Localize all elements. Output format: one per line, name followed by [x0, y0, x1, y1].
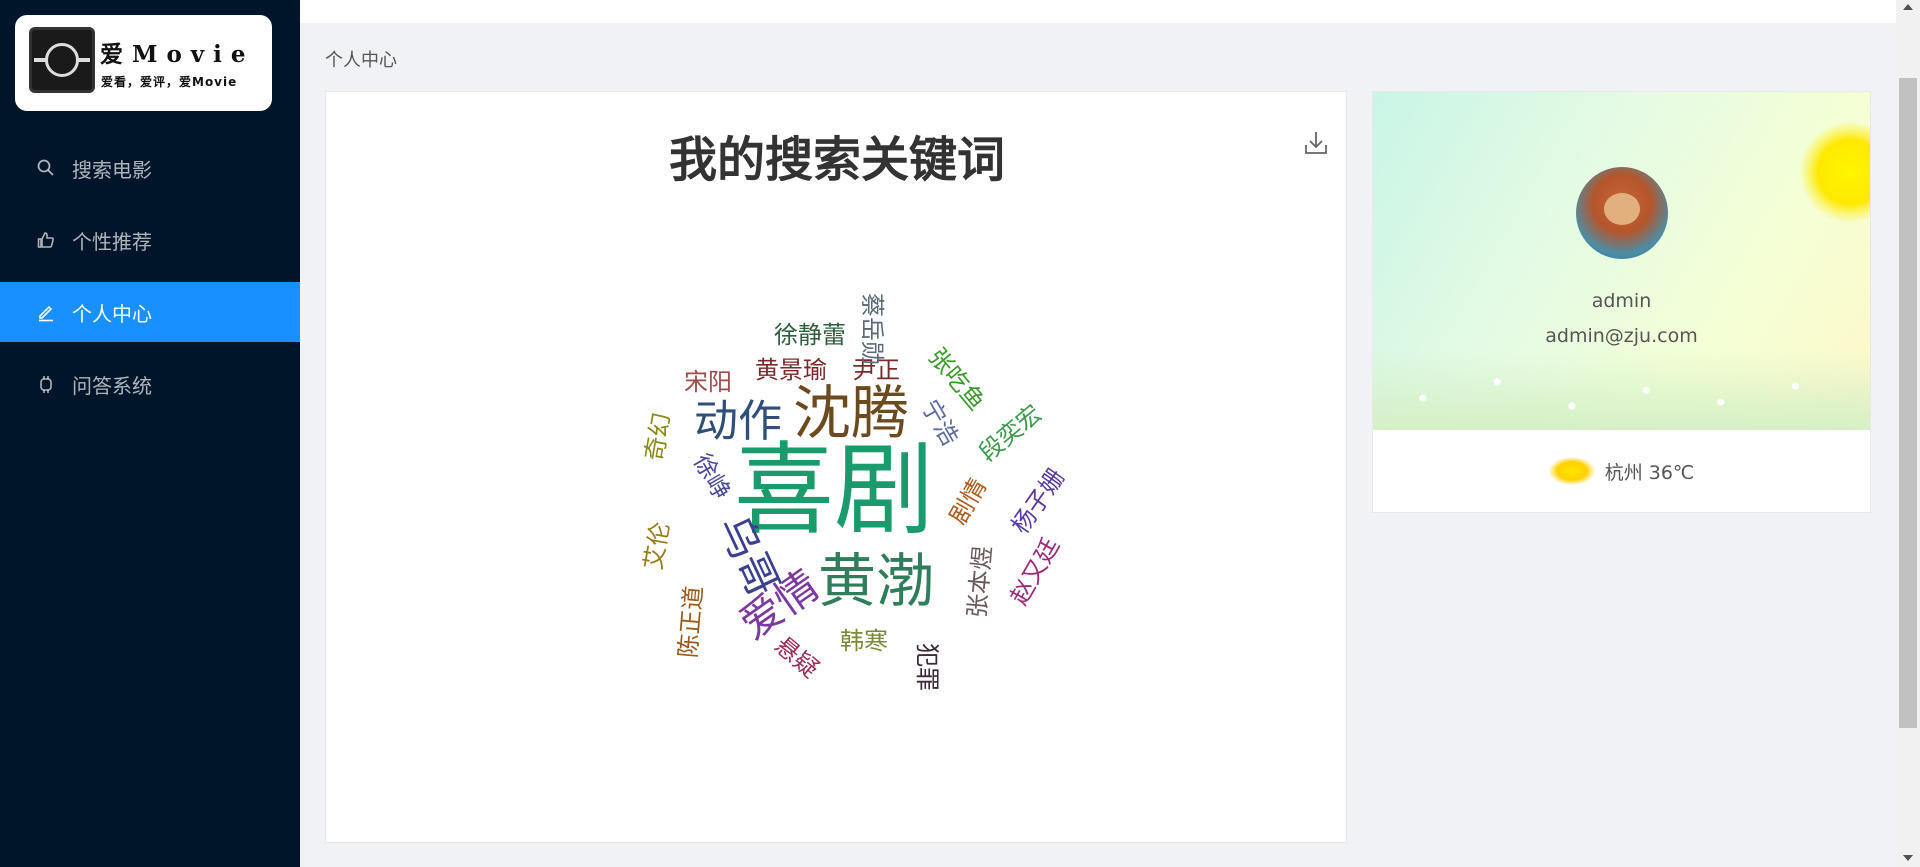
wordcloud-word: 奇幻 [640, 411, 676, 463]
profile-banner: admin admin@zju.com [1373, 92, 1870, 430]
sidebar: 爱Movie 爱看，爱评，爱Movie 搜索电影 个性推荐 个人中心 问答系统 [0, 0, 300, 867]
sidebar-item-label: 问答系统 [72, 373, 152, 398]
wordcloud-word: 赵又廷 [1005, 533, 1065, 609]
breadcrumb: 个人中心 [325, 50, 397, 71]
wordcloud-word: 徐峥 [688, 449, 736, 505]
scroll-up-arrow-icon[interactable] [1903, 4, 1913, 10]
scrollbar-thumb[interactable] [1899, 78, 1917, 728]
sidebar-item-label: 个性推荐 [72, 229, 152, 254]
page-scrollbar[interactable] [1896, 0, 1920, 867]
wordcloud-word: 陈正道 [674, 585, 708, 659]
sidebar-menu: 搜索电影 个性推荐 个人中心 问答系统 [0, 138, 300, 426]
search-icon [36, 158, 56, 178]
scroll-down-arrow-icon[interactable] [1903, 855, 1913, 861]
sidebar-item-qa-system[interactable]: 问答系统 [0, 354, 300, 414]
wordcloud-word: 黄渤 [818, 547, 934, 615]
sun-icon [1548, 457, 1595, 485]
flower-decoration [1373, 350, 1870, 430]
wordcloud-word: 艾伦 [639, 520, 675, 572]
weather-widget: 杭州 36℃ [1373, 457, 1870, 485]
logo-title: 爱Movie [100, 41, 255, 68]
wordcloud-word: 剧情 [944, 474, 992, 530]
sidebar-item-label: 个人中心 [72, 301, 152, 326]
wordcloud-word: 张本煜 [963, 545, 997, 619]
wordcloud-word: 悬疑 [769, 631, 824, 683]
profile-card: admin admin@zju.com 杭州 36℃ [1372, 91, 1871, 513]
wordcloud-canvas: 喜剧沈腾黄渤动作乌哥爱情徐静蕾黄景瑜 尹正宋阳蔡岳勋张吃鱼宁浩 段奕宏奇幻徐峥 剧情杨… [639, 293, 1070, 691]
wordcloud-word: 沈腾 [793, 379, 909, 447]
wordcloud-card: 我的搜索关键词 喜剧 沈腾 黄渤 动作 乌哥 爱情 徐静蕾 黄景瑜 尹正 宋阳 蔡岳勋 张吃鱼 宁浩 段奕… [325, 91, 1347, 843]
sidebar-item-search-movie[interactable]: 搜索电影 [0, 138, 300, 198]
wordcloud-word: 蔡岳勋 [858, 293, 886, 365]
app-logo[interactable]: 爱Movie 爱看，爱评，爱Movie [15, 15, 272, 111]
wordcloud-word: 宋阳 [684, 368, 732, 396]
wordcloud-word: 段奕宏 [974, 399, 1047, 467]
wordcloud-word: 韩寒 [840, 627, 888, 655]
thumbs-up-icon [36, 230, 56, 250]
sun-decoration-icon [1800, 122, 1870, 222]
wordcloud-word: 杨子姗 [1006, 464, 1070, 539]
wordcloud-word: 犯罪 [913, 643, 941, 691]
top-header [300, 0, 1896, 23]
sidebar-item-personal-center[interactable]: 个人中心 [0, 282, 300, 342]
wordcloud-word: 黄景瑜 [755, 356, 827, 384]
sidebar-item-recommend[interactable]: 个性推荐 [0, 210, 300, 270]
logo-subtitle: 爱看，爱评，爱Movie [101, 75, 238, 89]
wordcloud-word: 徐静蕾 [774, 321, 846, 349]
wordcloud-word: 动作 [694, 396, 782, 447]
avatar[interactable] [1576, 167, 1668, 259]
logo-emblem-icon [29, 27, 95, 93]
robot-icon [36, 374, 56, 394]
edit-icon [36, 302, 56, 322]
sidebar-item-label: 搜索电影 [72, 157, 152, 182]
profile-username: admin [1591, 290, 1652, 312]
profile-email: admin@zju.com [1545, 325, 1698, 347]
weather-text: 杭州 36℃ [1604, 461, 1695, 484]
